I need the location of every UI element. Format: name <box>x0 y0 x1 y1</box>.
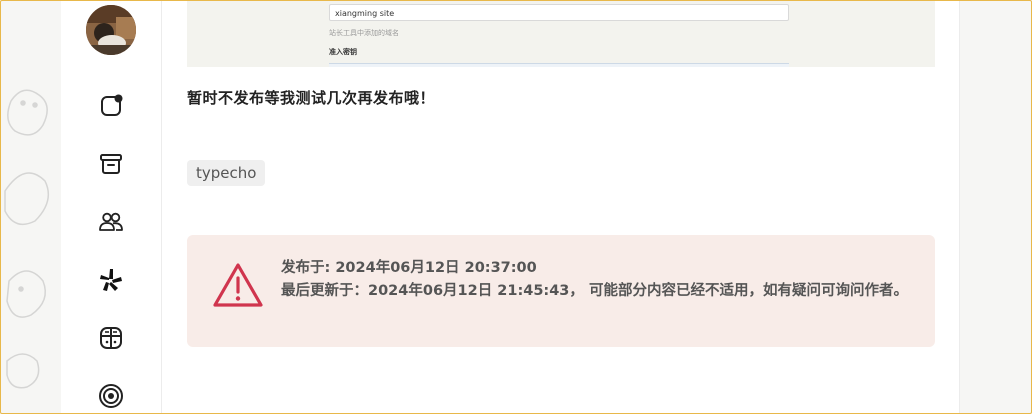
cabinet-icon[interactable] <box>98 325 124 351</box>
tag-typecho[interactable]: typecho <box>187 160 266 186</box>
warning-icon <box>213 263 263 307</box>
avatar[interactable] <box>86 5 136 55</box>
published-date: 发布于: 2024年06月12日 20:37:00 <box>281 260 537 276</box>
target-icon[interactable] <box>98 383 124 409</box>
yelp-icon[interactable] <box>98 267 124 293</box>
post-notice: 暂时不发布等我测试几次再发布哦！ <box>187 89 436 107</box>
friends-icon[interactable] <box>98 209 124 235</box>
screenshot-hint: 站长工具中添加的域名 <box>329 29 399 37</box>
outdated-content-alert: 发布于: 2024年06月12日 20:37:00 最后更新于：2024年06月… <box>187 235 935 347</box>
alert-text: 发布于: 2024年06月12日 20:37:00 最后更新于：2024年06月… <box>281 257 921 303</box>
updated-date: 最后更新于：2024年06月12日 21:45:43， 可能部分内容已经不适用，… <box>281 283 908 299</box>
bell-icon[interactable] <box>98 93 124 119</box>
page-frame: xiangming site 站长工具中添加的域名 准入密钥 暂时不发布等我测试… <box>0 0 1032 414</box>
screenshot-site-input: xiangming site <box>329 4 789 21</box>
sidebar <box>61 1 162 413</box>
screenshot-key-input <box>329 63 789 67</box>
embedded-screenshot: xiangming site 站长工具中添加的域名 准入密钥 <box>187 1 935 67</box>
avatar-image <box>86 5 136 55</box>
main-content: xiangming site 站长工具中添加的域名 准入密钥 暂时不发布等我测试… <box>162 1 960 413</box>
archive-icon[interactable] <box>98 151 124 177</box>
screenshot-label: 准入密钥 <box>329 48 357 56</box>
